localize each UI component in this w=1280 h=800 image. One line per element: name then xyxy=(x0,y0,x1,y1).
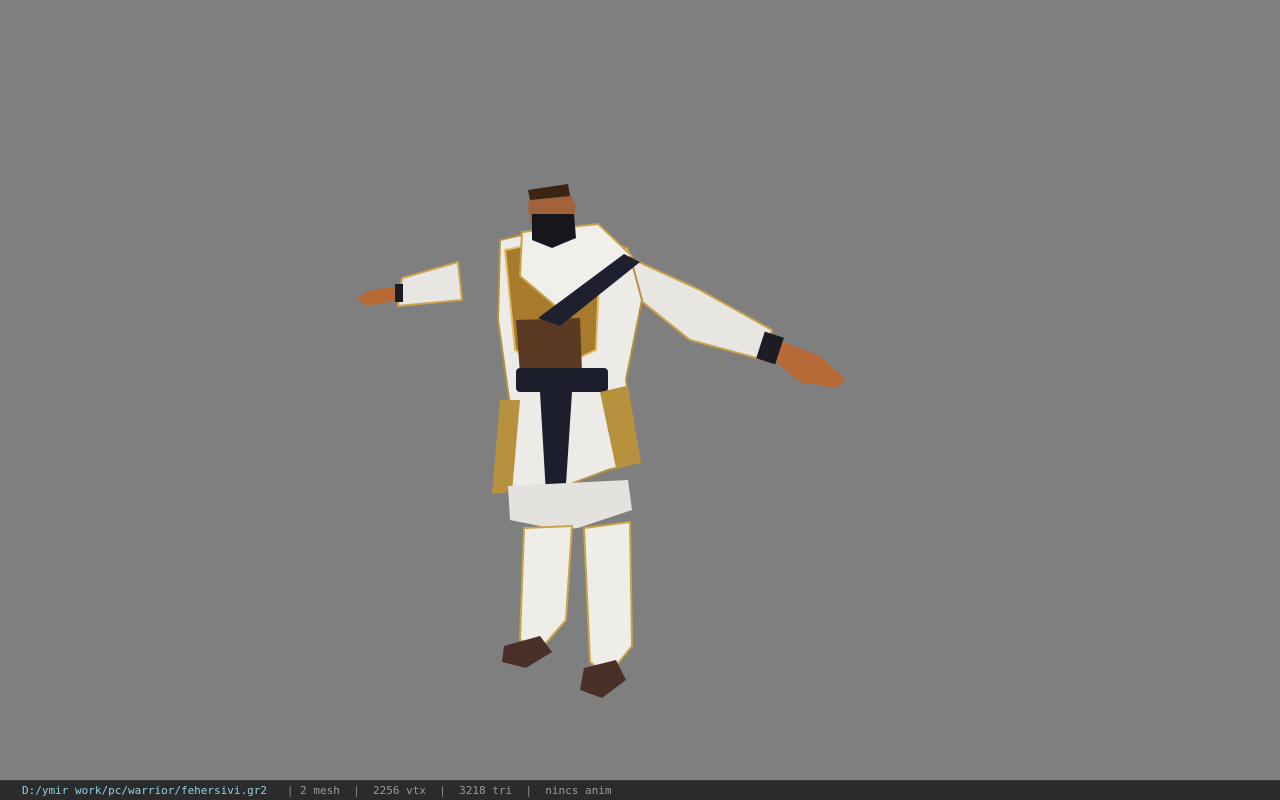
belt-plates xyxy=(516,318,582,374)
right-hand xyxy=(776,340,846,388)
right-sleeve xyxy=(628,256,774,362)
trousers xyxy=(508,480,632,530)
left-boot xyxy=(518,524,574,652)
status-bar: D:/ymir work/pc/warrior/fehersivi.gr2 | … xyxy=(0,780,1280,800)
waist-sash xyxy=(516,368,608,392)
triangle-count: 3218 tri xyxy=(459,784,513,797)
file-path: D:/ymir work/pc/warrior/fehersivi.gr2 xyxy=(22,784,268,797)
right-boot xyxy=(582,520,634,678)
right-shoe xyxy=(580,660,626,698)
separator: | xyxy=(525,784,533,797)
3d-viewport[interactable] xyxy=(0,0,1280,780)
separator: | xyxy=(353,784,360,797)
mesh-count: 2 mesh xyxy=(300,784,340,797)
left-sleeve xyxy=(396,260,464,308)
left-cuff xyxy=(395,284,403,302)
separator: | xyxy=(439,784,446,797)
anim-status: nincs anim xyxy=(545,784,612,797)
vertex-count: 2256 vtx xyxy=(373,784,427,797)
separator: | xyxy=(286,784,294,797)
warrior-model[interactable] xyxy=(0,0,1280,780)
